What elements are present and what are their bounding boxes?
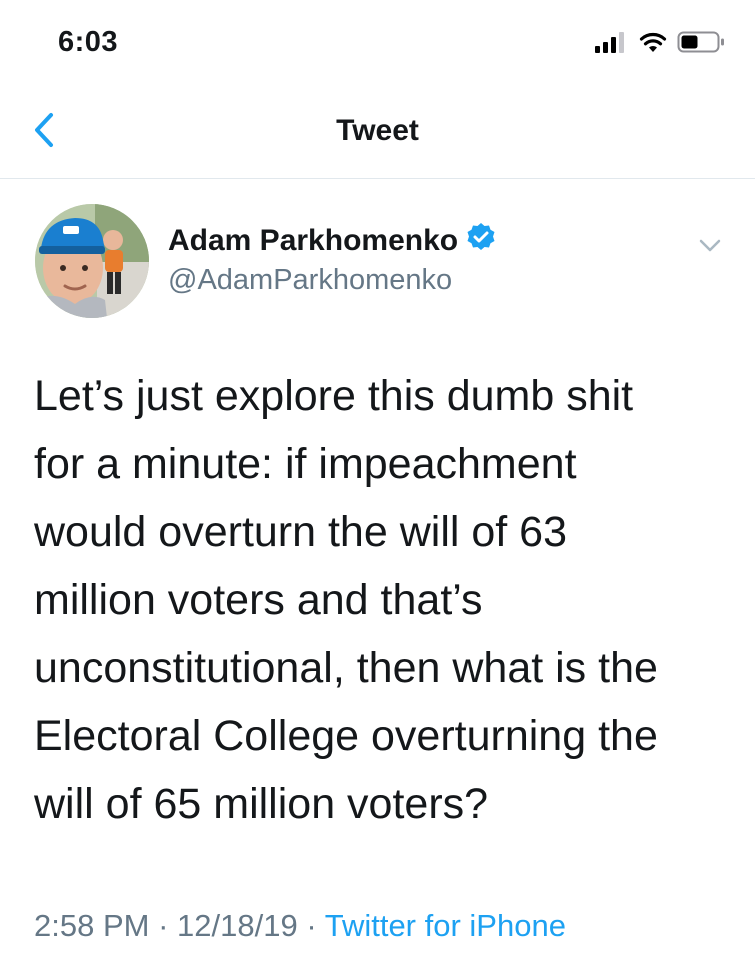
author-handle[interactable]: @AdamParkhomenko [168, 264, 452, 297]
nav-bar: Tweet [0, 92, 755, 179]
battery-icon [677, 30, 725, 59]
tweet-source-link[interactable]: Twitter for iPhone [325, 908, 566, 943]
tweet-date: 12/18/19 [177, 908, 298, 943]
tweet-time: 2:58 PM [34, 908, 150, 943]
meta-separator: · [158, 908, 169, 943]
signal-icon [595, 31, 629, 58]
meta-separator: · [306, 908, 317, 943]
tweet-meta: 2:58 PM · 12/18/19 · Twitter for iPhone [34, 908, 566, 944]
verified-badge-icon [466, 222, 496, 260]
author-name-label: Adam Parkhomenko [168, 224, 459, 257]
author-name[interactable]: Adam Parkhomenko [168, 222, 496, 260]
status-icons [595, 30, 725, 58]
tweet-menu-button[interactable] [695, 230, 725, 260]
status-time: 6:03 [58, 26, 119, 58]
avatar[interactable] [35, 204, 149, 318]
tweet-header: Adam Parkhomenko @AdamParkhomenko [0, 200, 755, 330]
tweet-text: Let’s just explore this dumb shit for a … [34, 372, 658, 828]
chevron-down-icon [695, 239, 725, 264]
page-title: Tweet [336, 114, 419, 147]
wifi-icon [639, 31, 667, 58]
status-bar: 6:03 [0, 0, 755, 90]
